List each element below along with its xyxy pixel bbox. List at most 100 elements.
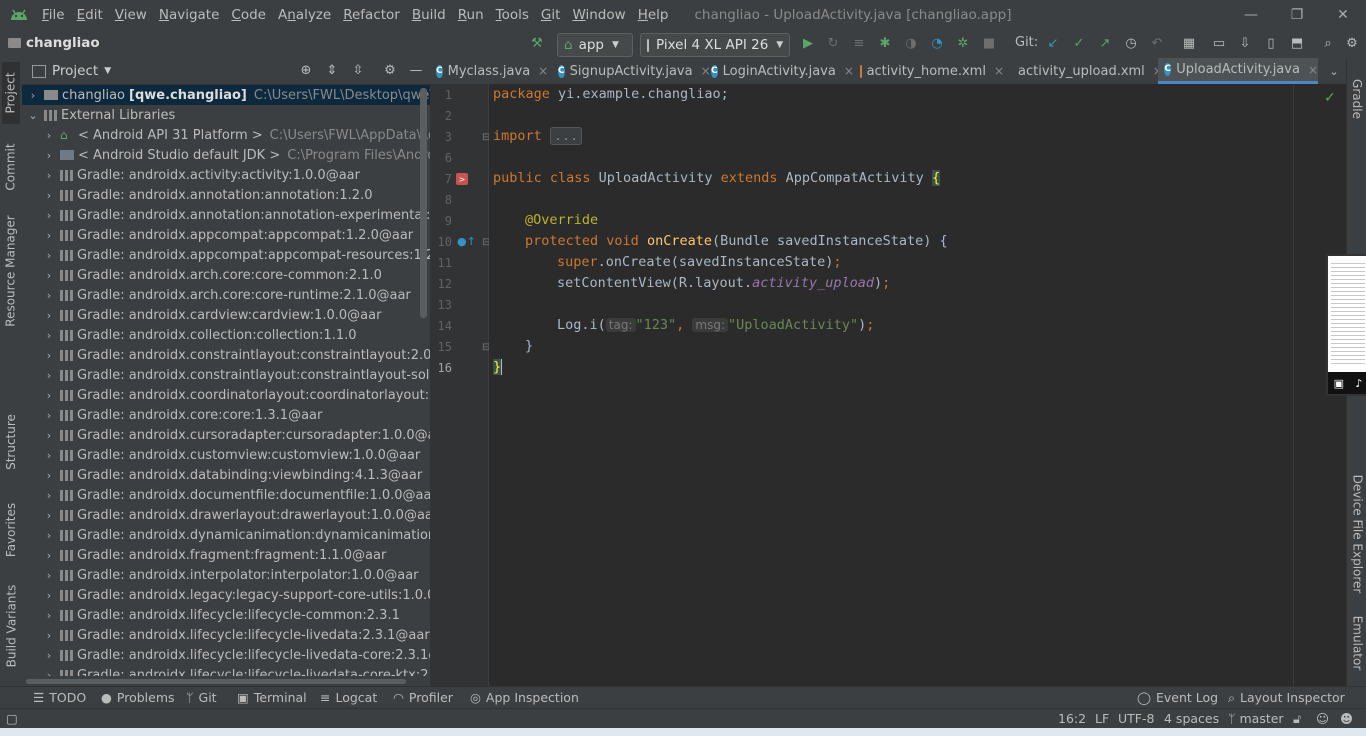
- chevron-right-icon[interactable]: ›: [42, 249, 56, 262]
- close-tab-icon[interactable]: ×: [538, 64, 548, 78]
- tree-row[interactable]: › Gradle: androidx.interpolator:interpola…: [22, 565, 430, 585]
- vertical-scrollbar[interactable]: [420, 88, 427, 318]
- chevron-right-icon[interactable]: ›: [42, 449, 56, 462]
- git-rollback-icon[interactable]: ↶: [1147, 34, 1167, 54]
- apply-changes-icon[interactable]: ↻: [823, 34, 843, 54]
- build-variants-tool-tab[interactable]: Build Variants: [2, 578, 20, 674]
- close-tab-icon[interactable]: ×: [844, 64, 854, 78]
- logcat-tool-button[interactable]: ≡ Logcat: [320, 687, 377, 709]
- device-manager-icon[interactable]: ⬒: [1287, 34, 1307, 54]
- line-separator[interactable]: LF: [1095, 709, 1109, 729]
- git-tool-button[interactable]: ᛘ Git: [186, 687, 217, 709]
- caret-position[interactable]: 16:2: [1058, 709, 1086, 729]
- attach-debugger-icon[interactable]: ◔: [927, 34, 947, 54]
- chevron-right-icon[interactable]: ›: [42, 169, 56, 182]
- restore-button[interactable]: ❐: [1274, 0, 1320, 30]
- layout-inspector-tool-button[interactable]: ⌕ Layout Inspector: [1228, 687, 1345, 709]
- gear-icon[interactable]: ⚙: [380, 61, 400, 81]
- close-tab-icon[interactable]: ×: [994, 64, 1004, 78]
- layout-editor-icon[interactable]: ▭: [1209, 34, 1229, 54]
- tree-row[interactable]: › Gradle: androidx.cardview:cardview:1.0.…: [22, 305, 430, 325]
- inspection-profile-icon[interactable]: ☺: [1316, 709, 1329, 729]
- menu-window[interactable]: Window: [566, 0, 631, 30]
- tree-row[interactable]: › Gradle: androidx.legacy:legacy-support-…: [22, 585, 430, 605]
- git-update-icon[interactable]: ↙: [1043, 34, 1063, 54]
- tree-row[interactable]: › Gradle: androidx.annotation:annotation:…: [22, 185, 430, 205]
- chevron-right-icon[interactable]: ›: [42, 609, 56, 622]
- project-tool-tab[interactable]: Project: [2, 62, 20, 124]
- project-view-select[interactable]: Project ▼: [32, 58, 111, 84]
- menu-code[interactable]: Code: [225, 0, 272, 30]
- chevron-right-icon[interactable]: ›: [42, 289, 56, 302]
- tree-row[interactable]: › < Android Studio default JDK > C:\Progra…: [22, 145, 430, 165]
- menu-tools[interactable]: Tools: [490, 0, 535, 30]
- editor-tab[interactable]: activity_home.xml ×: [854, 58, 1004, 84]
- chevron-right-icon[interactable]: ›: [42, 649, 56, 662]
- toggle-tool-windows-icon[interactable]: ▢: [6, 709, 18, 729]
- editor-tab[interactable]: activity_upload.xml×: [1007, 58, 1163, 84]
- tree-row[interactable]: › Gradle: androidx.lifecycle:lifecycle-li…: [22, 645, 430, 665]
- tree-row[interactable]: › Gradle: androidx.collection:collection:…: [22, 325, 430, 345]
- tabs-overflow-icon[interactable]: ⌄: [1322, 58, 1346, 84]
- project-breadcrumb[interactable]: changliao: [8, 30, 100, 56]
- lock-icon[interactable]: 🔓︎: [1293, 709, 1301, 729]
- file-encoding[interactable]: UTF-8: [1118, 709, 1154, 729]
- chevron-right-icon[interactable]: ›: [42, 569, 56, 582]
- git-branch-widget[interactable]: ᛘ master: [1228, 709, 1284, 729]
- expand-all-icon[interactable]: ⇕: [322, 61, 342, 81]
- chevron-right-icon[interactable]: ›: [42, 529, 56, 542]
- tree-row[interactable]: › Gradle: androidx.arch.core:core-runtime…: [22, 285, 430, 305]
- todo-tool-button[interactable]: ☰ TODO: [33, 687, 86, 709]
- profile-icon[interactable]: ◑: [901, 34, 921, 54]
- menu-analyze[interactable]: Analyze: [272, 0, 337, 30]
- chevron-right-icon[interactable]: ›: [42, 489, 56, 502]
- tree-row[interactable]: ⌄ External Libraries: [22, 105, 430, 125]
- git-commit-icon[interactable]: ✓: [1069, 34, 1089, 54]
- apply-code-changes-icon[interactable]: ≡: [849, 34, 869, 54]
- menu-navigate[interactable]: Navigate: [153, 0, 226, 30]
- collapse-all-icon[interactable]: ⇳: [348, 61, 368, 81]
- tree-row[interactable]: › Gradle: androidx.databinding:viewbindin…: [22, 465, 430, 485]
- folded-imports[interactable]: ...: [549, 127, 583, 145]
- chevron-right-icon[interactable]: ›: [42, 229, 56, 242]
- menu-edit[interactable]: Edit: [71, 0, 109, 30]
- tree-row[interactable]: › Gradle: androidx.fragment:fragment:1.1.…: [22, 545, 430, 565]
- app-inspection-tool-button[interactable]: ◎ App Inspection: [470, 687, 579, 709]
- run-icon[interactable]: ▶: [798, 34, 818, 54]
- favorites-tool-tab[interactable]: Favorites: [2, 490, 20, 570]
- tree-row[interactable]: › Gradle: androidx.lifecycle:lifecycle-co…: [22, 605, 430, 625]
- chevron-right-icon[interactable]: ›: [42, 389, 56, 402]
- editor-tab[interactable]: C UploadActivity.java ×: [1158, 58, 1318, 84]
- device-file-explorer-tool-tab[interactable]: Device File Explorer: [1348, 466, 1366, 602]
- avd-manager-icon[interactable]: ▯: [1261, 34, 1281, 54]
- code-editor[interactable]: package yi.example.changliao; import ...…: [489, 84, 1293, 686]
- terminal-tool-button[interactable]: ▣ Terminal: [237, 687, 307, 709]
- chevron-right-icon[interactable]: ›: [42, 589, 56, 602]
- indent-setting[interactable]: 4 spaces: [1164, 709, 1219, 729]
- tree-row[interactable]: › Gradle: androidx.appcompat:appcompat-re…: [22, 245, 430, 265]
- chevron-right-icon[interactable]: ›: [42, 469, 56, 482]
- resource-manager-tool-tab[interactable]: Resource Manager: [2, 208, 20, 334]
- tree-row[interactable]: › Gradle: androidx.constraintlayout:const…: [22, 345, 430, 365]
- chevron-right-icon[interactable]: ›: [42, 129, 56, 142]
- tree-row[interactable]: › Gradle: androidx.dynamicanimation:dynam…: [22, 525, 430, 545]
- chevron-right-icon[interactable]: ›: [42, 329, 56, 342]
- run-class-icon[interactable]: >: [455, 172, 471, 186]
- chevron-right-icon[interactable]: ›: [42, 549, 56, 562]
- debug-icon[interactable]: ✱: [875, 34, 895, 54]
- close-tab-icon[interactable]: ×: [1308, 63, 1318, 77]
- project-structure-icon[interactable]: ▦: [1179, 34, 1199, 54]
- emulator-tool-tab[interactable]: Emulator: [1348, 608, 1366, 678]
- tree-row[interactable]: › changliao [qwe.changliao] C:\Users\FWL\De…: [22, 85, 430, 105]
- structure-tool-tab[interactable]: Structure: [2, 402, 20, 482]
- sdk-manager-icon[interactable]: ⇩: [1235, 34, 1255, 54]
- event-log-tool-button[interactable]: ◯ Event Log: [1137, 687, 1218, 709]
- debug-process-icon[interactable]: ✲: [953, 34, 973, 54]
- menu-run[interactable]: Run: [452, 0, 490, 30]
- menu-help[interactable]: Help: [632, 0, 675, 30]
- run-config-select[interactable]: ⌂ app ▼: [557, 33, 633, 57]
- tree-row[interactable]: › Gradle: androidx.lifecycle:lifecycle-li…: [22, 625, 430, 645]
- profiler-tool-button[interactable]: ◠ Profiler: [393, 687, 453, 709]
- device-select[interactable]: Pixel 4 XL API 26 ▼: [640, 33, 790, 57]
- horizontal-scrollbar[interactable]: [22, 676, 430, 686]
